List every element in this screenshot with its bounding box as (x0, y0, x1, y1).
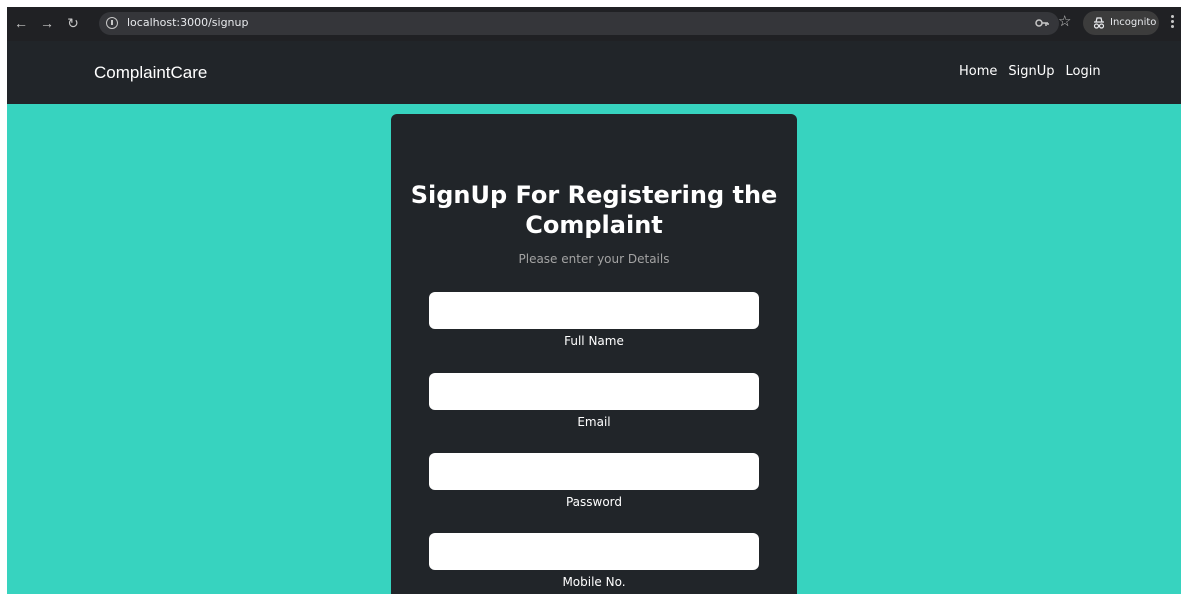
key-icon[interactable] (1035, 16, 1049, 30)
app-navbar: ComplaintCare Home SignUp Login (7, 41, 1181, 104)
forward-icon[interactable]: → (37, 13, 57, 33)
nav-link-login[interactable]: Login (1066, 64, 1101, 80)
browser-window: ← → ↻ localhost:3000/signup ☆ Incognito … (7, 7, 1181, 594)
password-label: Password (565, 495, 623, 509)
password-group: Password (429, 453, 759, 510)
nav-link-signup[interactable]: SignUp (1008, 64, 1054, 80)
mobile-label: Mobile No. (562, 575, 626, 589)
info-icon[interactable] (106, 17, 118, 29)
nav-links: Home SignUp Login (959, 64, 1101, 80)
page-subtitle: Please enter your Details (518, 252, 670, 266)
full-name-label: Full Name (564, 334, 624, 348)
url-text: localhost:3000/signup (127, 16, 249, 29)
email-input[interactable] (429, 373, 759, 410)
incognito-label: Incognito (1110, 17, 1157, 28)
star-icon[interactable]: ☆ (1058, 12, 1071, 32)
email-label: Email (577, 415, 611, 429)
incognito-icon (1093, 17, 1105, 29)
reload-icon[interactable]: ↻ (63, 13, 83, 33)
email-group: Email (429, 373, 759, 430)
page-title: SignUp For Registering the Complaint (410, 181, 778, 239)
brand-logo[interactable]: ComplaintCare (94, 63, 207, 83)
back-icon[interactable]: ← (11, 13, 31, 33)
mobile-group: Mobile No. (429, 533, 759, 590)
address-bar[interactable]: localhost:3000/signup (99, 12, 1059, 35)
password-input[interactable] (429, 453, 759, 490)
full-name-input[interactable] (429, 292, 759, 329)
signup-card: SignUp For Registering the Complaint Ple… (391, 114, 797, 594)
mobile-input[interactable] (429, 533, 759, 570)
full-name-group: Full Name (429, 292, 759, 349)
menu-icon[interactable] (1171, 15, 1175, 31)
nav-link-home[interactable]: Home (959, 64, 997, 80)
browser-toolbar: ← → ↻ localhost:3000/signup ☆ Incognito (7, 7, 1181, 41)
incognito-badge[interactable]: Incognito (1083, 11, 1159, 35)
